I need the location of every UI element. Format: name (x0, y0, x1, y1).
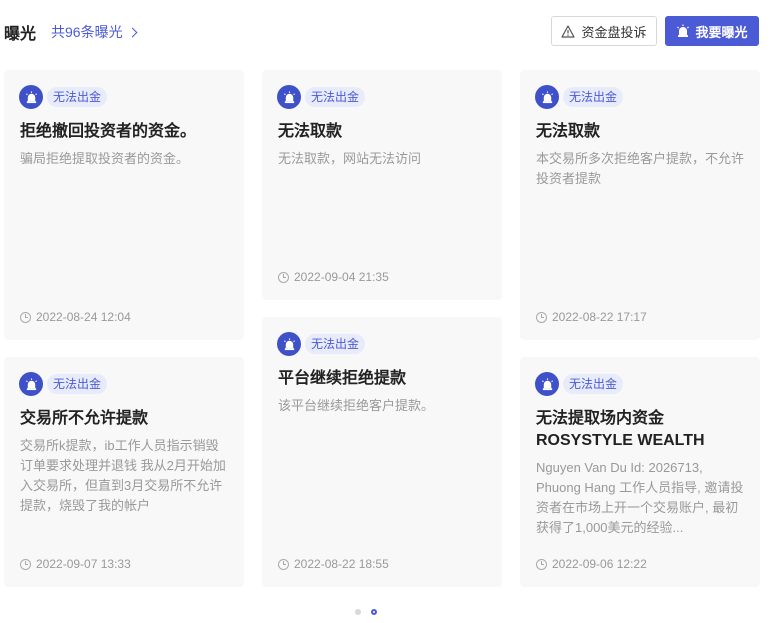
alarm-light-icon (677, 24, 690, 37)
chevron-right-icon (127, 27, 138, 37)
clock-icon (20, 311, 31, 323)
card-title: 无法提取场内资金 ROSYSTYLE WEALTH (536, 410, 705, 449)
category-tag: 无法出金 (535, 372, 624, 396)
alarm-light-icon (277, 85, 301, 109)
card-title: 平台继续拒绝提款 (278, 370, 407, 387)
card-title: 交易所不允许提款 (20, 410, 149, 427)
exposure-card[interactable]: 无法出金 无法提取场内资金 ROSYSTYLE WEALTH Nguyen Va… (520, 357, 760, 587)
category-tag: 无法出金 (535, 85, 624, 109)
alarm-light-icon (19, 85, 43, 109)
category-tag: 无法出金 (19, 85, 108, 109)
page-header: 曝光 共96条曝光 资金盘投诉 我要曝光 (0, 0, 770, 62)
complain-button-label: 资金盘投诉 (581, 24, 647, 40)
category-tag: 无法出金 (277, 332, 366, 356)
warning-icon (561, 24, 576, 38)
clock-icon (278, 558, 289, 570)
clock-icon (20, 558, 31, 570)
card-timestamp-text: 2022-08-22 18:55 (294, 557, 389, 571)
category-tag-label: 无法出金 (563, 87, 624, 107)
card-timestamp: 2022-09-06 12:22 (536, 557, 647, 571)
alarm-light-icon (277, 332, 301, 356)
expose-button[interactable]: 我要曝光 (665, 16, 759, 46)
category-tag: 无法出金 (277, 85, 366, 109)
exposure-card[interactable]: 无法出金 交易所不允许提款 交易所k提款，ib工作人员指示销毁订单要求处理并退钱… (4, 357, 244, 587)
card-timestamp-text: 2022-09-06 12:22 (552, 557, 647, 571)
category-tag-label: 无法出金 (305, 334, 366, 354)
card-title: 拒绝撤回投资者的资金。 (20, 123, 197, 140)
card-description: 本交易所多次拒绝客户提款，不允许投资者提款 (536, 151, 745, 186)
clock-icon (536, 558, 547, 570)
alarm-light-icon (535, 85, 559, 109)
category-tag-label: 无法出金 (305, 87, 366, 107)
pagination-dot-1[interactable] (355, 609, 361, 615)
card-timestamp: 2022-08-22 17:17 (536, 310, 647, 324)
card-title: 无法取款 (278, 123, 343, 140)
card-timestamp-text: 2022-09-07 13:33 (36, 557, 131, 571)
exposure-count-label: 共96条曝光 (51, 24, 123, 40)
clock-icon (278, 271, 289, 283)
card-timestamp: 2022-09-07 13:33 (20, 557, 131, 571)
card-description: Nguyen Van Du Id: 2026713, Phuong Hang 工… (536, 460, 744, 535)
page-title: 曝光 (4, 26, 37, 43)
expose-button-label: 我要曝光 (695, 24, 748, 40)
alarm-light-icon (535, 372, 559, 396)
category-tag-label: 无法出金 (47, 87, 108, 107)
card-description: 该平台继续拒绝客户提款。 (278, 398, 435, 413)
alarm-light-icon (19, 372, 43, 396)
card-timestamp: 2022-08-22 18:55 (278, 557, 389, 571)
exposure-card[interactable]: 无法出金 平台继续拒绝提款 该平台继续拒绝客户提款。 2022-08-22 18… (262, 317, 502, 587)
category-tag-label: 无法出金 (563, 374, 624, 394)
card-description: 骗局拒绝提取投资者的资金。 (20, 151, 190, 166)
card-title: 无法取款 (536, 123, 601, 140)
exposure-card[interactable]: 无法出金 无法取款 无法取款，网站无法访问 2022-09-04 21:35 (262, 70, 502, 300)
pagination-dot-2[interactable] (371, 609, 377, 615)
complain-button[interactable]: 资金盘投诉 (551, 16, 657, 46)
card-description: 交易所k提款，ib工作人员指示销毁订单要求处理并退钱 我从2月开始加入交易所，但… (20, 438, 226, 513)
card-timestamp-text: 2022-08-22 17:17 (552, 310, 647, 324)
clock-icon (536, 311, 547, 323)
card-description: 无法取款，网站无法访问 (278, 151, 422, 166)
card-timestamp: 2022-08-24 12:04 (20, 310, 131, 324)
pagination-dots (355, 609, 377, 615)
card-timestamp-text: 2022-09-04 21:35 (294, 270, 389, 284)
category-tag: 无法出金 (19, 372, 108, 396)
exposure-card[interactable]: 无法出金 拒绝撤回投资者的资金。 骗局拒绝提取投资者的资金。 2022-08-2… (4, 70, 244, 340)
card-timestamp: 2022-09-04 21:35 (278, 270, 389, 284)
exposure-card[interactable]: 无法出金 无法取款 本交易所多次拒绝客户提款，不允许投资者提款 2022-08-… (520, 70, 760, 340)
card-timestamp-text: 2022-08-24 12:04 (36, 310, 131, 324)
category-tag-label: 无法出金 (47, 374, 108, 394)
exposure-count-link[interactable]: 共96条曝光 (51, 22, 138, 42)
